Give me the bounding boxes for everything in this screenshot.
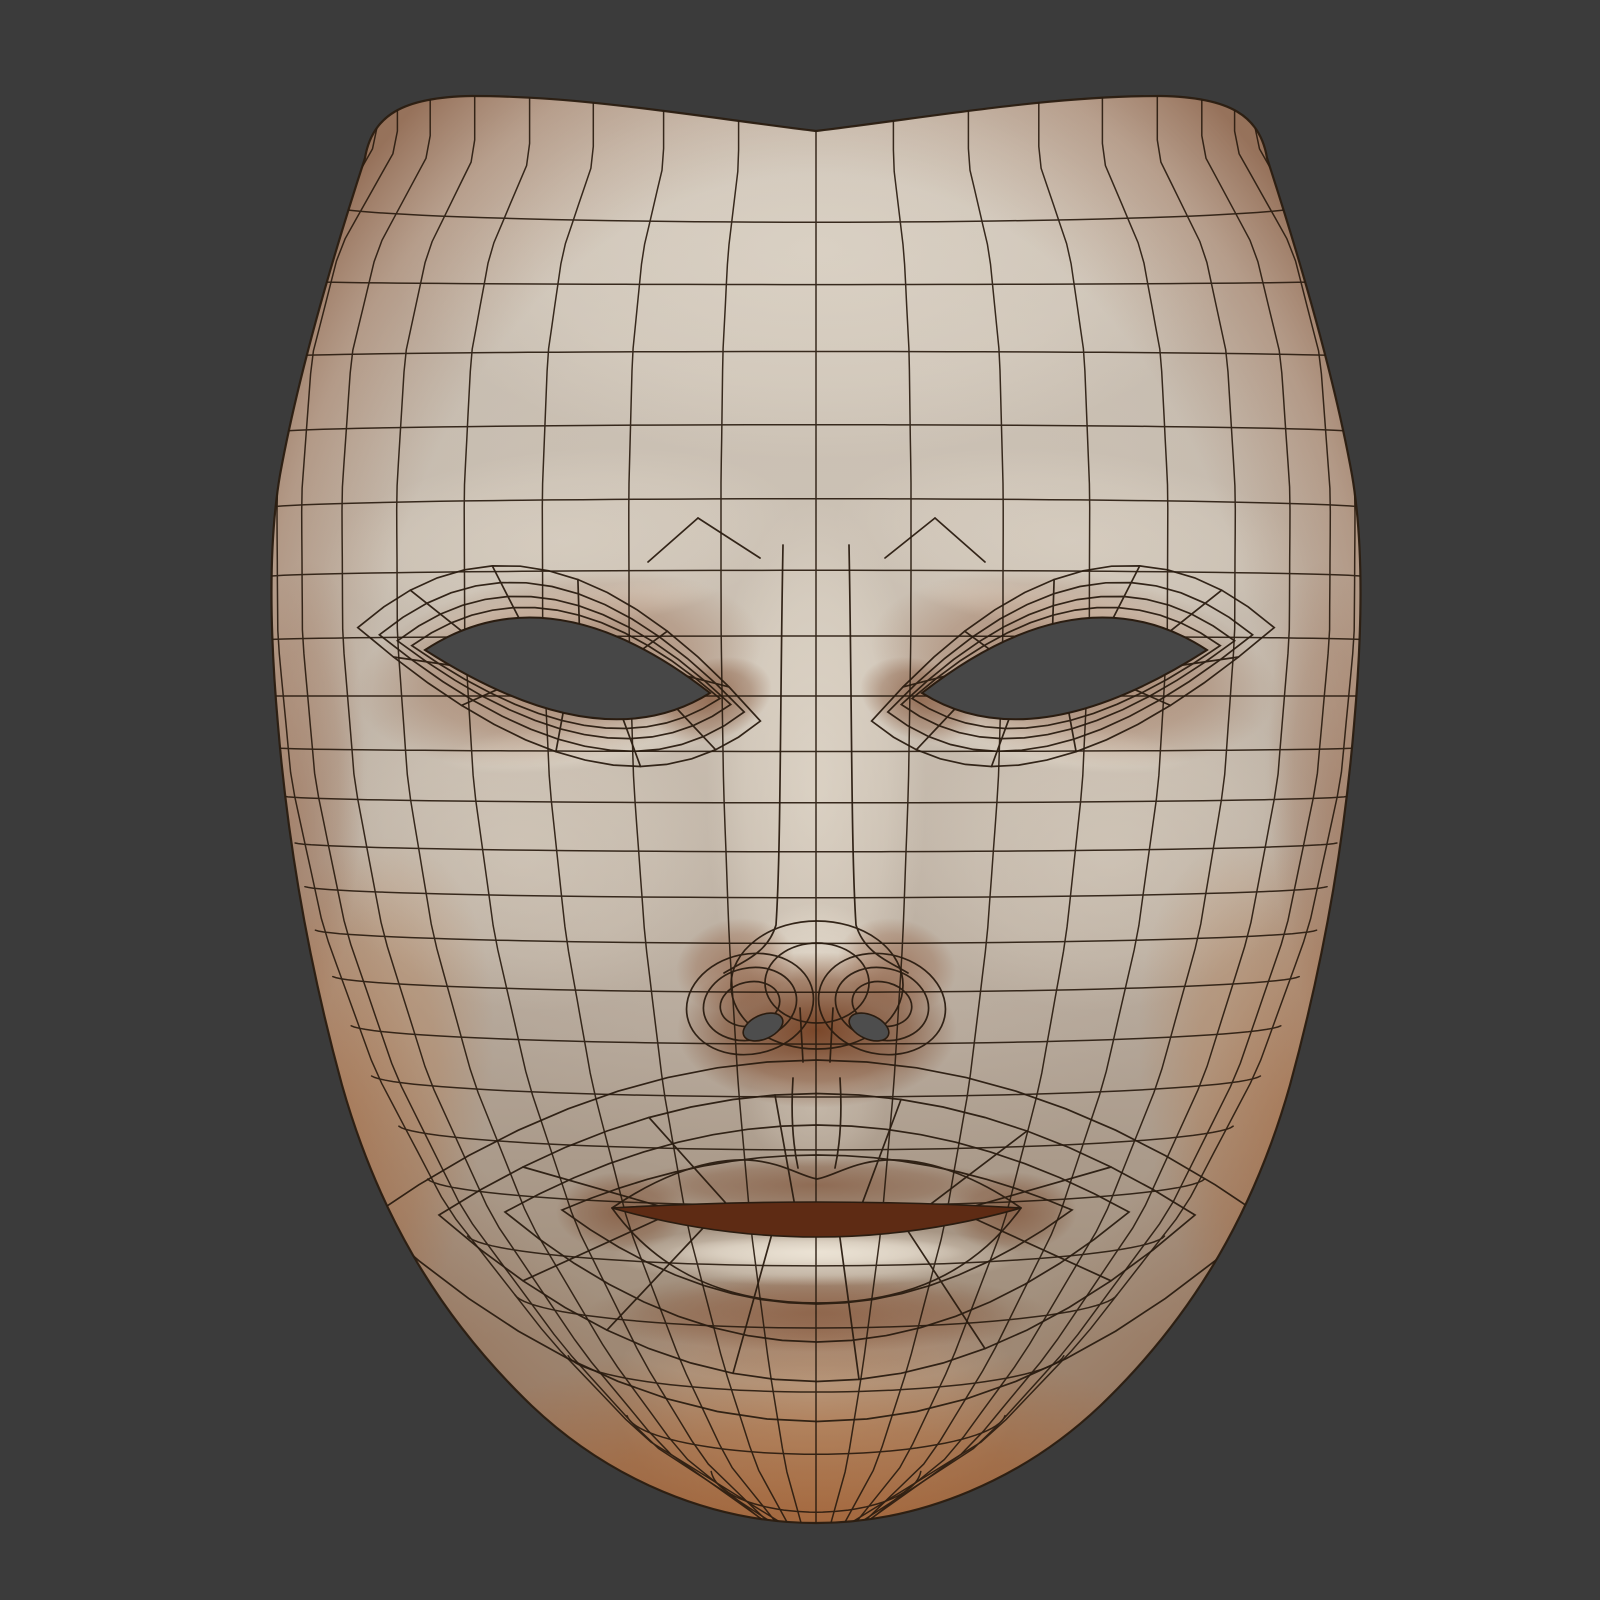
viewport-3d xyxy=(0,0,1600,1600)
viewport-canvas[interactable] xyxy=(0,0,1600,1600)
